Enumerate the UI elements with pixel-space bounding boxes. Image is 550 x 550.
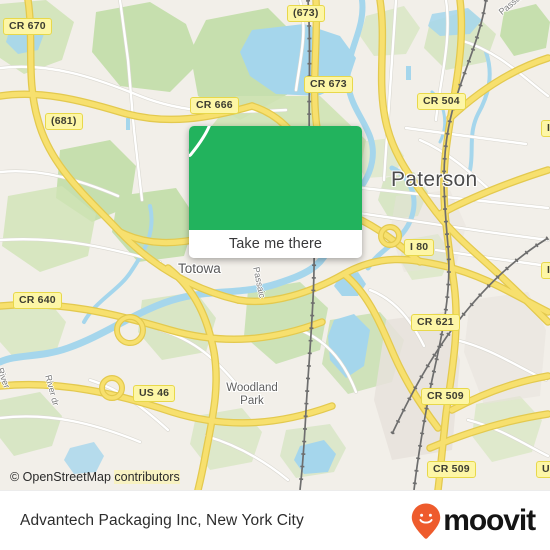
road-shield: CR 666 [190,97,239,114]
map-attribution: © OpenStreetMap contributors [10,470,180,484]
location-popup-card[interactable]: Take me there [189,126,362,258]
road-shield: I [541,262,550,279]
moovit-smiley-pin-icon [412,503,441,539]
road-shield: CR 509 [421,388,470,405]
road-shield: US [536,461,550,478]
road-shield: (673) [287,5,325,22]
moovit-wordmark: moovit [443,504,536,537]
map-pin-icon [189,126,211,158]
road-shield: CR 670 [3,18,52,35]
place-label: Totowa [178,261,221,276]
road-shield: CR 640 [13,292,62,309]
moovit-logo[interactable]: moovit [411,503,536,539]
road-shield: US 46 [133,385,176,402]
attribution-contributors-link[interactable]: contributors [114,470,180,484]
road-shield: (681) [45,113,83,130]
map-canvas[interactable]: .park{fill:#cfe3b5;} .wood{fill:#c6dfae;… [0,0,550,490]
road-shield: CR 673 [304,76,353,93]
bottom-bar: Advantech Packaging Inc, New York City m… [0,490,550,550]
place-title: Advantech Packaging Inc, New York City [20,512,304,529]
attribution-prefix: © OpenStreetMap [10,470,115,484]
map-page: .park{fill:#cfe3b5;} .wood{fill:#c6dfae;… [0,0,550,550]
popup-action-area[interactable]: Take me there [189,230,362,258]
popup-icon-area [189,126,362,230]
road-shield: I 80 [404,239,435,256]
road-shield: CR 504 [417,93,466,110]
take-me-there-button[interactable]: Take me there [229,236,322,252]
place-label: Woodland Park [226,382,278,407]
road-shield: CR 621 [411,314,460,331]
road-shield: CR 509 [427,461,476,478]
place-label: Paterson [391,168,478,191]
road-shield: I [541,120,550,137]
